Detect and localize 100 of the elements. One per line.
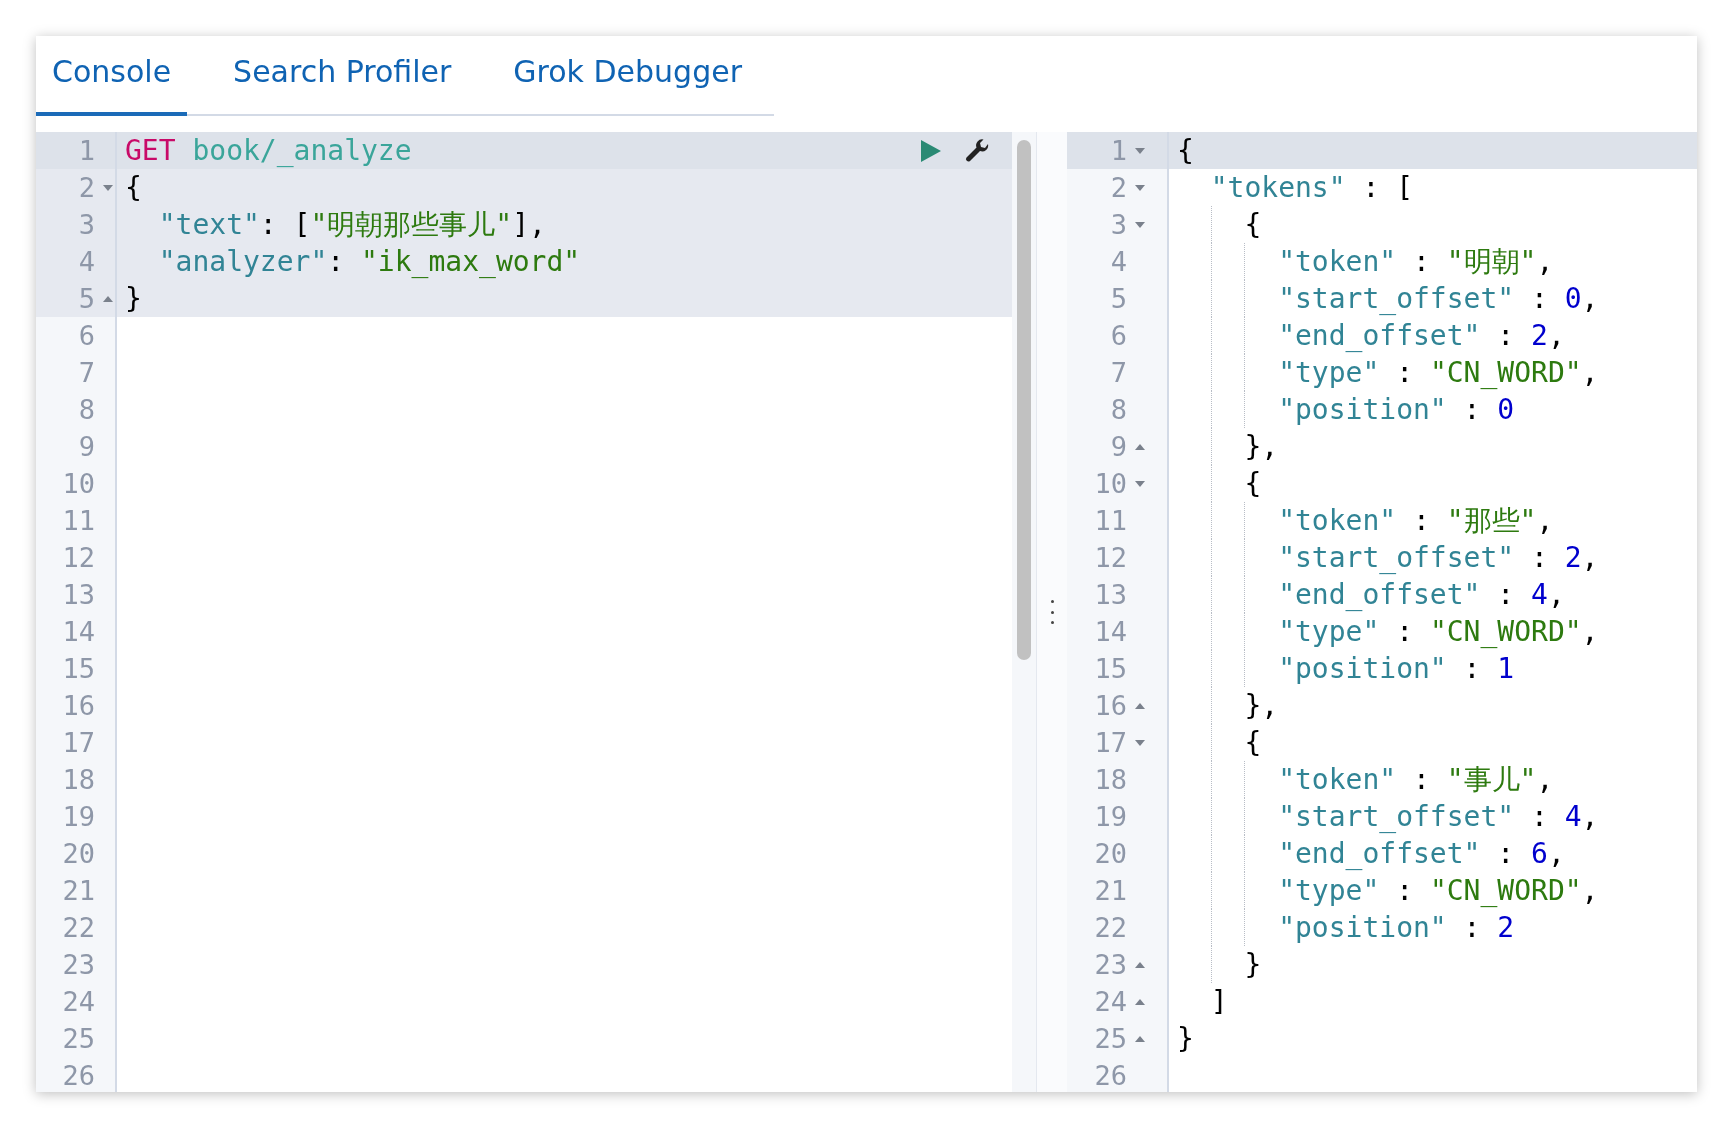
line-number: 3 [78, 209, 95, 240]
wrench-icon[interactable] [964, 137, 990, 164]
code-token: : [1412, 503, 1431, 539]
code-editor[interactable] [1067, 132, 1697, 1092]
code-token: "end_offset" [1177, 576, 1481, 613]
line-number: 20 [1094, 838, 1127, 869]
line-number: 9 [78, 431, 95, 462]
line-number: 8 [78, 394, 95, 425]
line-number: 16 [62, 690, 95, 721]
code-token: "ik_max_word" [361, 244, 581, 280]
line-number: 21 [62, 875, 95, 906]
code-token: "token" [1177, 761, 1397, 798]
code-token: : [1496, 318, 1516, 354]
code-token: 1 [1497, 651, 1515, 687]
line-number: 15 [62, 653, 95, 684]
line-number: 24 [62, 986, 95, 1017]
code-token: , [1536, 503, 1554, 539]
code-token: 4 [1531, 577, 1548, 613]
line-number: 11 [62, 505, 95, 536]
collapse-icon[interactable] [1135, 221, 1145, 228]
scrollbar[interactable] [1012, 132, 1036, 1092]
line-number: 6 [78, 320, 95, 351]
code-token: 2 [1531, 318, 1548, 354]
collapse-icon[interactable] [1135, 739, 1145, 746]
code-token: , [1581, 873, 1599, 909]
code-token: "那些" [1446, 502, 1537, 539]
collapse-icon[interactable] [1135, 184, 1145, 191]
code-token: 2 [1564, 540, 1582, 576]
code-token: "CN_WORD" [1429, 355, 1582, 391]
line-number: 18 [62, 764, 95, 795]
expand-icon[interactable] [1135, 998, 1145, 1005]
code-token: ], [512, 207, 546, 243]
line-number: 17 [62, 727, 95, 758]
tab[interactable]: Search Profiler [217, 36, 468, 116]
code-token: 4 [1564, 799, 1582, 835]
line-number: 10 [62, 468, 95, 499]
code-token: "type" [1177, 872, 1380, 909]
line-number: 6 [1110, 320, 1127, 351]
tab[interactable]: Grok Debugger [497, 36, 774, 116]
line-number: 19 [1094, 801, 1127, 832]
code-token: : [1462, 651, 1482, 687]
code-token: : [1530, 281, 1549, 317]
code-token: : [1496, 836, 1516, 872]
code-token: 0 [1564, 281, 1582, 317]
code-token: } [1177, 946, 1262, 983]
code-token: } [125, 281, 142, 317]
collapse-icon[interactable] [1135, 147, 1145, 154]
line-number: 10 [1094, 468, 1127, 499]
code-token: }, [1177, 428, 1279, 465]
code-token: "CN_WORD" [1429, 614, 1582, 650]
tab[interactable]: Console [36, 36, 188, 116]
line-number: 13 [62, 579, 95, 610]
code-token: { [1177, 724, 1262, 761]
line-number: 12 [62, 542, 95, 573]
line-number: 26 [62, 1060, 95, 1091]
code-token: : [327, 244, 346, 280]
code-token: "start_offset" [1177, 798, 1515, 835]
code-token: "analyzer" [157, 244, 328, 280]
code-token: : [1462, 910, 1482, 946]
code-token: { [1177, 206, 1262, 243]
line-number: 25 [1094, 1023, 1127, 1054]
code-editor[interactable]: 1 2 3 4 5 6 7 8 9 10 11 12 13 14 15 16 17 18 19 20 21 22 23 24 25 26 GET book/_analyze { "text": ["明朝那些事儿"], "analyzer": "ik_max_word" } [36, 132, 1012, 1092]
code-token: : [1496, 577, 1516, 613]
line-number: 23 [1094, 949, 1127, 980]
line-number: 14 [62, 616, 95, 647]
expand-icon[interactable] [1135, 1035, 1145, 1042]
code-token: "text" [157, 207, 260, 243]
code-token: : [1412, 762, 1431, 798]
code-token: "end_offset" [1177, 317, 1481, 354]
line-number: 3 [1110, 209, 1127, 240]
code-token: ] [1209, 984, 1228, 1020]
code-token: { [1177, 465, 1262, 502]
code-token: , [1581, 281, 1599, 317]
collapse-icon[interactable] [1135, 480, 1145, 487]
code-token: 6 [1531, 836, 1548, 872]
line-number: 7 [78, 357, 95, 388]
code-token: "position" [1177, 391, 1447, 428]
code-token: "position" [1177, 650, 1447, 687]
code-token: "end_offset" [1177, 835, 1481, 872]
code-token: , [1536, 762, 1554, 798]
code-token: { [125, 170, 142, 206]
expand-icon[interactable] [1135, 443, 1145, 450]
code-token: { [1177, 133, 1194, 169]
line-number: 15 [1094, 653, 1127, 684]
line-number: 4 [78, 246, 95, 277]
code-token: : [1530, 799, 1549, 835]
line-number: 25 [62, 1023, 95, 1054]
code-token: "type" [1177, 613, 1380, 650]
code-token: , [1547, 577, 1565, 613]
code-token: , [1581, 540, 1599, 576]
code-token: , [1581, 799, 1599, 835]
expand-icon[interactable] [1135, 702, 1145, 709]
line-number: 19 [62, 801, 95, 832]
code-token: : [1395, 355, 1414, 391]
line-number: 16 [1094, 690, 1127, 721]
code-token: , [1547, 318, 1565, 354]
line-number: 22 [1094, 912, 1127, 943]
play-icon[interactable] [920, 138, 942, 163]
expand-icon[interactable] [1135, 961, 1145, 968]
code-token: : [1412, 244, 1431, 280]
